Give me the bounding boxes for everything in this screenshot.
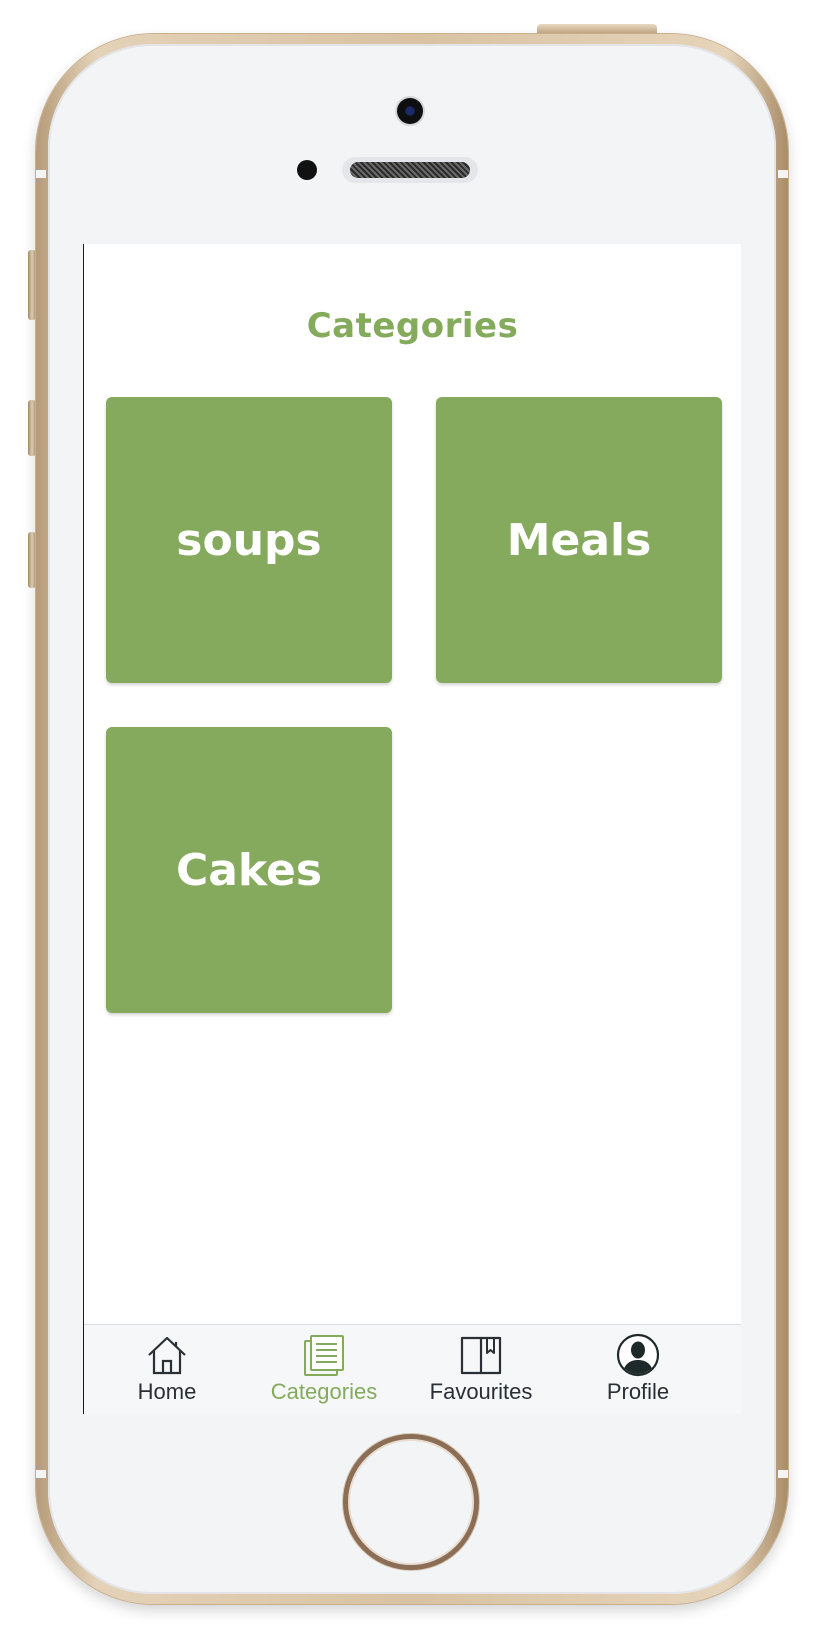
category-tile-label: Meals bbox=[506, 514, 652, 566]
home-icon bbox=[148, 1336, 186, 1375]
tab-home-label: Home bbox=[137, 1379, 197, 1404]
tab-favourites[interactable]: Favourites bbox=[399, 1333, 563, 1413]
home-hardware-button[interactable] bbox=[343, 1434, 479, 1570]
tab-favourites-label: Favourites bbox=[429, 1379, 533, 1404]
category-tile-meals[interactable]: Meals bbox=[436, 397, 722, 683]
tab-categories-label: Categories bbox=[270, 1379, 378, 1404]
tab-home[interactable]: Home bbox=[85, 1333, 249, 1413]
power-button bbox=[537, 24, 657, 34]
volume-down-button bbox=[28, 532, 36, 588]
category-tile-label: Cakes bbox=[175, 844, 323, 896]
category-tile-label: soups bbox=[176, 514, 322, 566]
tab-profile[interactable]: Profile bbox=[556, 1333, 720, 1413]
category-tile-cakes[interactable]: Cakes bbox=[106, 727, 392, 1013]
antenna-band bbox=[36, 170, 46, 178]
categories-list-icon bbox=[304, 1335, 344, 1376]
page-title: Categories bbox=[306, 306, 519, 346]
bookmark-book-icon bbox=[460, 1336, 502, 1375]
front-camera-icon bbox=[397, 98, 423, 124]
proximity-sensor bbox=[297, 160, 317, 180]
tab-categories[interactable]: Categories bbox=[242, 1333, 406, 1413]
antenna-band bbox=[778, 1470, 788, 1478]
volume-up-button bbox=[28, 400, 36, 456]
bottom-tab-bar: Home Categories Favourites Profile bbox=[84, 1324, 741, 1414]
antenna-band bbox=[36, 1470, 46, 1478]
speaker-grill bbox=[350, 162, 470, 178]
category-tile-soups[interactable]: soups bbox=[106, 397, 392, 683]
mute-switch bbox=[28, 250, 36, 320]
antenna-band bbox=[778, 170, 788, 178]
device-mockup: Categories soups Meals Cakes Home Catego… bbox=[0, 0, 822, 1641]
tab-profile-label: Profile bbox=[606, 1379, 670, 1404]
profile-avatar-icon bbox=[616, 1333, 660, 1377]
app-screen: Categories soups Meals Cakes Home Catego… bbox=[83, 244, 741, 1414]
earpiece-speaker bbox=[342, 157, 478, 183]
